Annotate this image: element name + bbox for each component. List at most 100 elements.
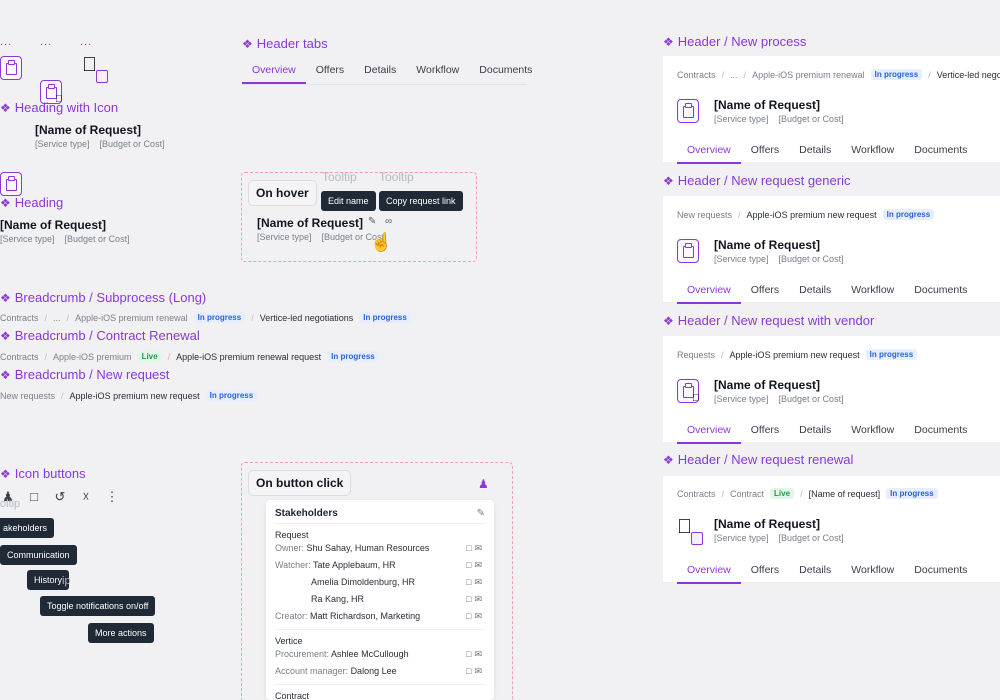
tab-offers[interactable]: Offers	[741, 418, 789, 444]
tooltip-ghost: Tooltip	[322, 170, 357, 184]
section-header-tabs: ❖ Header tabs	[242, 36, 328, 51]
component-icon: ❖	[0, 328, 11, 343]
breadcrumb-link[interactable]: Requests	[677, 350, 715, 360]
tab-workflow[interactable]: Workflow	[841, 558, 904, 584]
contact-icons[interactable]: □✉	[466, 560, 485, 571]
request-icon: 	[677, 379, 700, 404]
tab-workflow[interactable]: Workflow	[841, 278, 904, 304]
section-header-renewal: ❖ Header / New request renewal	[663, 452, 854, 467]
edit-icon[interactable]: ✎	[368, 216, 376, 227]
tooltip-ghost: Tooltip	[379, 170, 414, 184]
tab-workflow[interactable]: Workflow	[841, 418, 904, 444]
breadcrumb-current: Vertice-led negotiations	[259, 312, 354, 323]
request-mini-icon	[96, 70, 108, 83]
stakeholders-panel: Stakeholders ✎ Request Owner: Shu Sahay,…	[266, 500, 494, 700]
divider	[275, 684, 485, 685]
stakeholder-row: Amelia Dimoldenburg, HR □✉	[311, 577, 485, 588]
tab-details[interactable]: Details	[354, 58, 406, 84]
status-badge: In progress	[359, 312, 411, 323]
breadcrumb-link[interactable]: New requests	[0, 391, 55, 401]
header-card-new-generic: New requests / Apple-iOS premium new req…	[663, 196, 1000, 304]
tab-documents[interactable]: Documents	[904, 278, 977, 304]
header-tabs: Overview Offers Details Workflow Documen…	[677, 558, 977, 584]
component-icon: ❖	[663, 34, 674, 49]
tab-documents[interactable]: Documents	[904, 418, 977, 444]
request-meta: [Service type] [Budget or Cost]	[714, 254, 844, 264]
contact-icons[interactable]: □✉	[466, 649, 485, 660]
tab-overview[interactable]: Overview	[242, 58, 306, 84]
breadcrumb-link[interactable]: ...	[730, 70, 738, 80]
stakeholder-row: Ra Kang, HR □✉	[311, 594, 485, 605]
apple-icon: 	[692, 393, 700, 404]
tab-offers[interactable]: Offers	[741, 278, 789, 304]
breadcrumb-link[interactable]: Contracts	[677, 489, 716, 499]
breadcrumb-link[interactable]: Apple-iOS premium renewal	[752, 70, 865, 80]
breadcrumb-link[interactable]: New requests	[677, 210, 732, 220]
section-header-new-process: ❖ Header / New process	[663, 34, 807, 49]
edit-icon[interactable]: ✎	[477, 508, 485, 519]
header-tabs: Overview Offers Details Workflow Documen…	[677, 278, 977, 304]
breadcrumb: New requests / Apple-iOS premium new req…	[0, 390, 258, 401]
contact-icons[interactable]: □✉	[466, 611, 485, 622]
tab-documents[interactable]: Documents	[904, 558, 977, 584]
communication-icon[interactable]: □	[26, 489, 42, 505]
bell-off-icon[interactable]: ☓	[78, 489, 94, 505]
contact-icons[interactable]: □✉	[466, 577, 485, 588]
tab-workflow[interactable]: Workflow	[406, 58, 469, 84]
stakeholder-row: Procurement: Ashlee McCullough □✉	[275, 649, 485, 660]
contact-icons[interactable]: □✉	[466, 666, 485, 677]
breadcrumb-current: Apple-iOS premium new request	[729, 349, 860, 360]
tab-overview[interactable]: Overview	[677, 418, 741, 444]
tab-workflow[interactable]: Workflow	[841, 138, 904, 164]
tooltip-ghost: ip	[62, 575, 71, 587]
section-header-new-generic: ❖ Header / New request generic	[663, 173, 851, 188]
contact-icons[interactable]: □✉	[466, 594, 485, 605]
tab-overview[interactable]: Overview	[677, 278, 741, 304]
divider	[275, 629, 485, 630]
breadcrumb: Contracts / Contract Live / [Name of req…	[677, 488, 938, 499]
tab-offers[interactable]: Offers	[741, 558, 789, 584]
breadcrumb-current: Apple-iOS premium renewal request	[176, 351, 322, 362]
tab-offers[interactable]: Offers	[306, 58, 354, 84]
header-tabs: Overview Offers Details Workflow Documen…	[677, 138, 977, 164]
apple-icon: 	[82, 54, 97, 77]
stakeholders-icon[interactable]: ♟	[478, 477, 489, 491]
breadcrumb-current: Apple-iOS premium new request	[746, 209, 877, 220]
tooltip-communication: Communication	[0, 545, 77, 565]
breadcrumb: Requests / Apple-iOS premium new request…	[677, 349, 918, 360]
tab-documents[interactable]: Documents	[904, 138, 977, 164]
tab-details[interactable]: Details	[789, 278, 841, 304]
request-icon	[677, 99, 699, 123]
breadcrumb-link[interactable]: ...	[53, 313, 61, 323]
apple-icon: 	[677, 516, 692, 539]
tooltip-notifications: Toggle notifications on/off	[40, 596, 156, 616]
tooltip-more-actions: More actions	[88, 623, 154, 643]
tab-documents[interactable]: Documents	[469, 58, 542, 84]
tab-offers[interactable]: Offers	[741, 138, 789, 164]
request-title: [Name of Request]	[714, 98, 821, 112]
tab-details[interactable]: Details	[789, 418, 841, 444]
request-title: [Name of Request]	[0, 218, 107, 232]
breadcrumb-link[interactable]: Contracts	[0, 313, 39, 323]
dots-label: ...	[80, 36, 93, 48]
tab-details[interactable]: Details	[789, 138, 841, 164]
breadcrumb-link[interactable]: Apple-iOS premium renewal	[75, 313, 188, 323]
breadcrumb-link[interactable]: Contracts	[0, 352, 39, 362]
link-icon[interactable]: ∞	[385, 216, 392, 227]
live-badge: Live	[770, 488, 795, 499]
status-badge: In progress	[886, 488, 938, 499]
tab-overview[interactable]: Overview	[677, 138, 741, 164]
section-heading-with-icon: ❖ Heading with Icon	[0, 100, 119, 115]
breadcrumb-current: Apple-iOS premium new request	[69, 390, 200, 401]
tab-overview[interactable]: Overview	[677, 558, 741, 584]
breadcrumb-link[interactable]: Contract	[730, 489, 764, 499]
more-actions-icon[interactable]: ⋮	[104, 489, 120, 505]
history-icon[interactable]: ↺	[52, 489, 68, 505]
contact-icons[interactable]: □✉	[466, 543, 485, 554]
breadcrumb-link[interactable]: Contracts	[677, 70, 716, 80]
tab-details[interactable]: Details	[789, 558, 841, 584]
apple-vendor-icon: 	[82, 54, 110, 84]
panel-header: Stakeholders ✎	[275, 508, 485, 519]
component-icon: ❖	[0, 367, 11, 382]
breadcrumb-link[interactable]: Apple-iOS premium	[53, 352, 132, 362]
